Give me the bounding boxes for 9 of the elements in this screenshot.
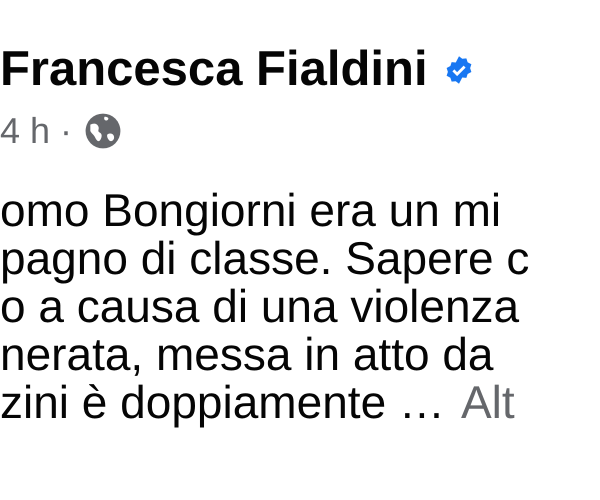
- post-time[interactable]: 4 h ·: [0, 104, 72, 158]
- post-text-line: nerata, messa in atto da: [0, 330, 494, 378]
- author-name[interactable]: Francesca Fialdini: [0, 33, 428, 107]
- post-text-line: o a causa di una violenza: [0, 282, 520, 330]
- post-text-line: zini è doppiamente …: [0, 378, 445, 426]
- post-text-line: pagno di classe. Sapere c: [0, 234, 530, 282]
- see-more-link[interactable]: Alt: [460, 378, 515, 426]
- post-text-line: omo Bongiorni era un mi: [0, 186, 502, 234]
- globe-icon[interactable]: [84, 112, 122, 150]
